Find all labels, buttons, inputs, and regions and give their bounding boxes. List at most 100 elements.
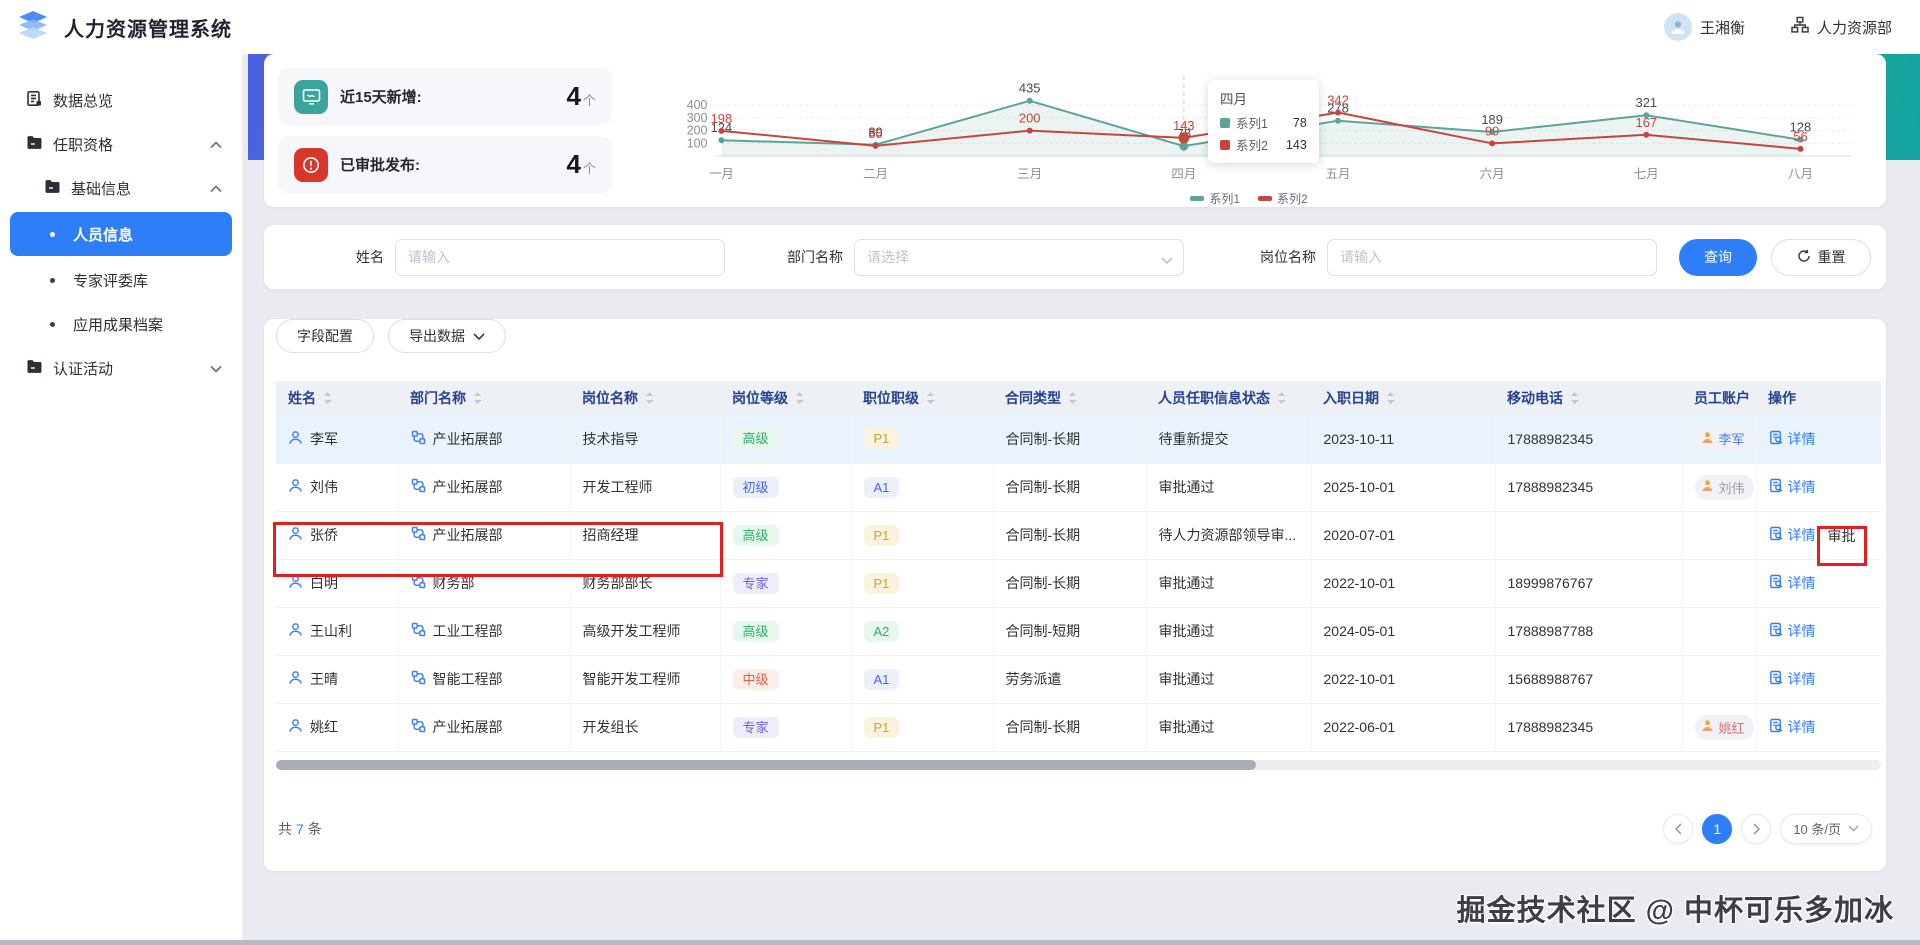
detail-icon [1769,670,1784,688]
sidebar: 数据总览 任职资格 基础信息 人员信息 专家评委库 应用成果档案 认证活动 [0,54,242,945]
post-filter-label: 岗位名称 [1260,249,1316,265]
chevron-down-icon [1161,252,1173,268]
hire-date-cell: 2022-10-01 [1311,655,1496,704]
legend-item[interactable]: 系列2 [1258,190,1308,207]
person-icon [288,430,303,448]
sidebar-item-6[interactable]: 认证活动 [0,346,242,390]
sidebar-item-1[interactable]: 任职资格 [0,122,242,166]
detail-link[interactable]: 详情 [1769,477,1816,497]
name-filter-input[interactable] [395,238,725,276]
export-data-button[interactable]: 导出数据 [388,319,506,353]
table-row: 王晴 智能工程部 智能开发工程师 中级 A1 劳务派遣 审批通过 2022-10… [276,655,1881,704]
svg-text:四月: 四月 [1171,167,1196,181]
sidebar-item-0[interactable]: 数据总览 [0,78,242,122]
column-header[interactable]: 入职日期 [1311,381,1495,415]
person-fill-icon [1701,479,1714,495]
detail-icon [1769,718,1784,736]
stat-card-0: 近15天新增: 4个 [278,68,612,125]
detail-icon [1769,478,1784,496]
phone-cell [1495,511,1683,560]
contract-cell: 合同制-长期 [993,559,1147,608]
department-menu[interactable]: 人力资源部 [1791,16,1892,38]
person-fill-icon [1701,719,1714,735]
post-cell: 高级开发工程师 [570,607,721,656]
grade-tag: 高级 [732,428,779,450]
table-row: 刘伟 产业拓展部 开发工程师 初级 A1 合同制-长期 审批通过 2025-10… [276,463,1881,512]
sidebar-item-5[interactable]: 应用成果档案 [0,302,242,346]
employee-name: 姚红 [288,717,392,737]
account-badge[interactable]: 刘伟 [1694,474,1754,500]
detail-link[interactable]: 详情 [1769,525,1816,545]
rank-tag: A2 [863,620,900,642]
detail-link[interactable]: 详情 [1769,669,1816,689]
account-badge[interactable]: 李军 [1694,426,1754,452]
phone-cell: 17888982345 [1495,415,1683,464]
table-toolbar: 字段配置 导出数据 [276,319,1874,353]
window-scrollbar[interactable] [0,940,1920,945]
post-filter-input[interactable] [1327,238,1657,276]
detail-link[interactable]: 详情 [1769,621,1816,641]
column-header[interactable]: 合同类型 [993,381,1146,415]
department-cell: 产业拓展部 [411,429,564,449]
post-cell: 技术指导 [570,415,721,464]
brand: 人力资源管理系统 [16,10,232,45]
column-header[interactable]: 部门名称 [398,381,570,415]
legend-item[interactable]: 系列1 [1190,190,1240,207]
post-cell: 开发工程师 [570,463,721,512]
stat-card-1: 已审批发布: 4个 [278,136,612,193]
status-cell: 待重新提交 [1146,415,1312,464]
app-title: 人力资源管理系统 [64,18,232,41]
approve-link[interactable]: 审批 [1828,526,1856,546]
sidebar-item-2[interactable]: 基础信息 [0,166,242,210]
svg-text:167: 167 [1636,115,1658,130]
column-header[interactable]: 姓名 [276,381,398,415]
person-icon [288,718,303,736]
column-header[interactable]: 职位职级 [851,381,993,415]
page-size-select[interactable]: 10 条/页 [1780,813,1872,844]
user-menu[interactable]: 王湘衡 [1663,13,1745,41]
svg-text:200: 200 [1019,111,1041,126]
reset-button[interactable]: 重置 [1771,238,1871,276]
top-bar: 人力资源管理系统 王湘衡 人力资源部 [0,0,1920,54]
dept-filter-select[interactable] [854,238,1184,276]
bullet-icon [50,277,55,283]
next-page-button[interactable] [1741,813,1772,844]
page-number[interactable]: 1 [1702,813,1733,844]
sidebar-item-3[interactable]: 人员信息 [10,212,232,256]
watermark: 掘金技术社区 @ 中杯可乐多加冰 [1456,895,1894,927]
svg-text:56: 56 [1793,129,1807,144]
detail-link[interactable]: 详情 [1769,573,1816,593]
bullet-icon [50,231,55,237]
main-content: / 任职资格/ 基础信息/ 人员信息 近15天新增: 4个 已审批发布: 4个 … [242,13,1920,871]
field-config-button[interactable]: 字段配置 [276,319,374,353]
branch-icon [411,526,426,544]
refresh-icon [1797,249,1811,266]
status-cell: 审批通过 [1146,559,1312,608]
column-header[interactable]: 岗位名称 [570,381,720,415]
table-scrollbar-thumb[interactable] [276,759,1256,770]
column-header[interactable]: 移动电话 [1495,381,1682,415]
department-cell: 产业拓展部 [411,477,564,497]
post-cell: 招商经理 [570,511,721,560]
employee-name: 白明 [288,573,392,593]
status-cell: 审批通过 [1146,703,1312,752]
grade-tag: 专家 [732,716,779,738]
svg-text:一月: 一月 [709,167,734,181]
branch-icon [411,670,426,688]
detail-icon [1769,574,1784,592]
phone-cell: 17888982345 [1495,703,1683,752]
sidebar-item-4[interactable]: 专家评委库 [0,258,242,302]
svg-text:342: 342 [1327,93,1349,108]
prev-page-button[interactable] [1663,813,1694,844]
contract-cell: 劳务派遣 [993,655,1147,704]
search-button[interactable]: 查询 [1679,238,1757,276]
detail-link[interactable]: 详情 [1769,429,1816,449]
svg-text:五月: 五月 [1326,167,1351,181]
column-header[interactable]: 岗位等级 [720,381,851,415]
department-cell: 智能工程部 [411,669,564,689]
account-badge[interactable]: 姚红 [1694,714,1754,740]
column-header[interactable]: 人员任职信息状态 [1146,381,1311,415]
contract-cell: 合同制-短期 [993,607,1147,656]
filter-bar: 姓名 部门名称 岗位名称 查询 重置 [264,225,1886,289]
detail-link[interactable]: 详情 [1769,717,1816,737]
